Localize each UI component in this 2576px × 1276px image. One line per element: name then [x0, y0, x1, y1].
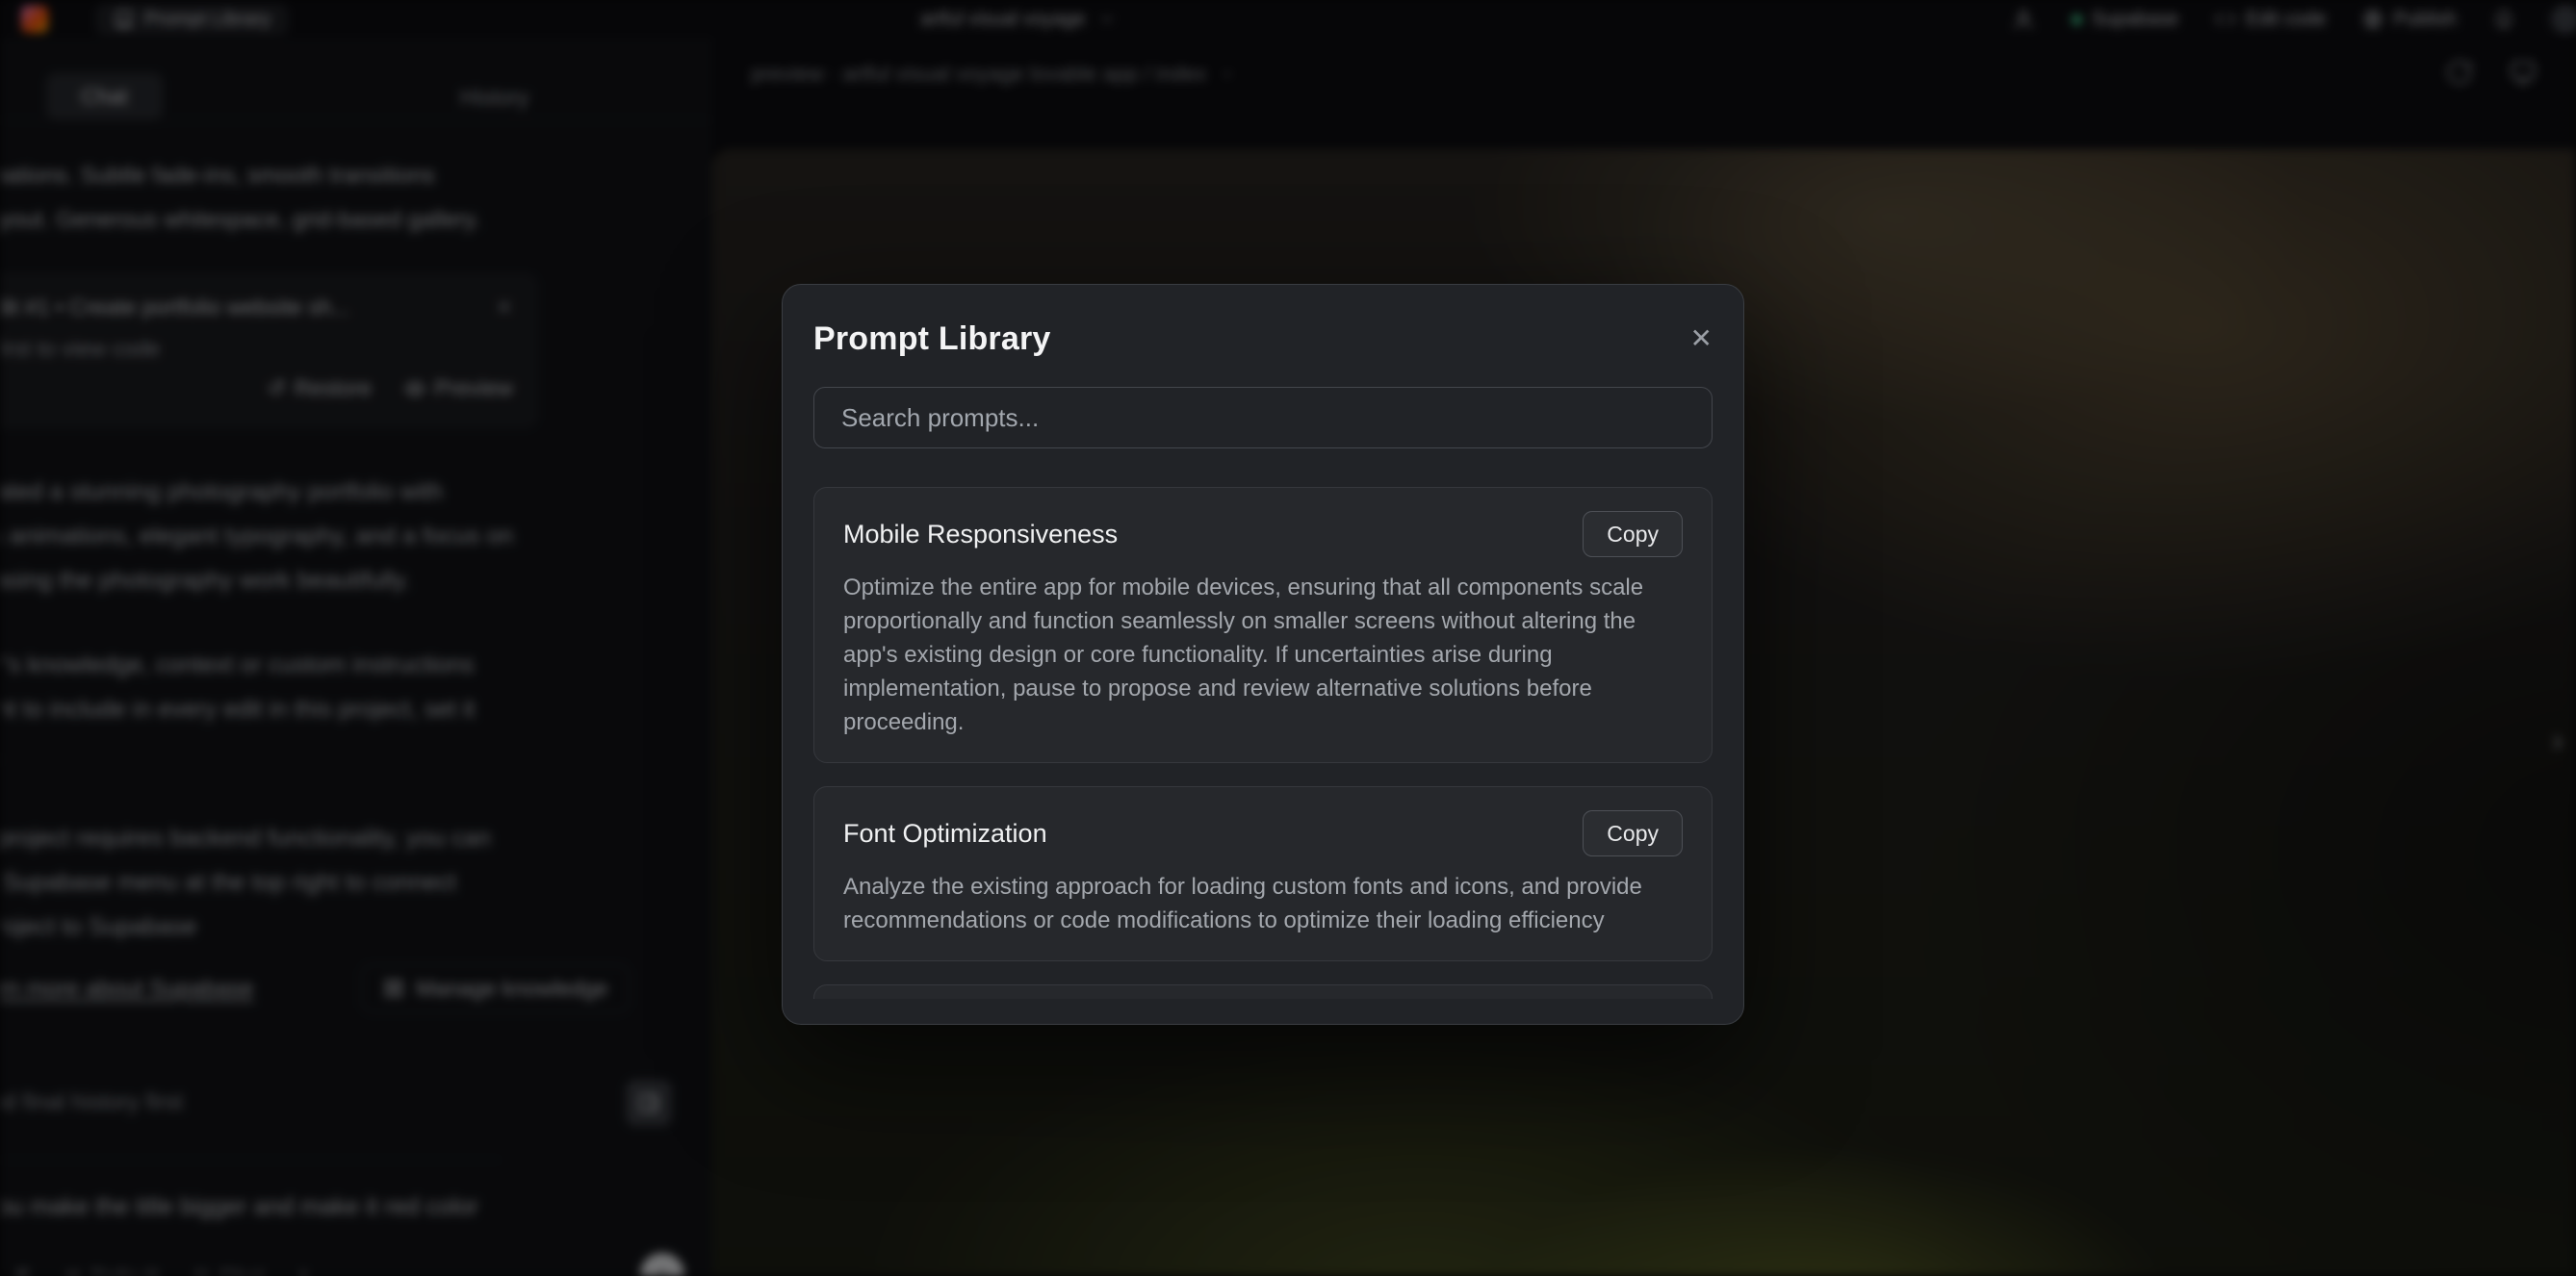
copy-button[interactable]: Copy	[1583, 810, 1683, 856]
close-icon[interactable]: ✕	[1690, 325, 1713, 352]
prompt-title: Font Optimization	[843, 819, 1047, 849]
copy-button[interactable]: Copy	[1583, 511, 1683, 557]
prompt-description: Optimize the entire app for mobile devic…	[843, 571, 1683, 739]
search-input[interactable]	[813, 387, 1713, 448]
app-screen: Prompt Library artful visual voyage Supa…	[0, 0, 2576, 1276]
prompt-card-font-optimization: Font Optimization Copy Analyze the exist…	[813, 786, 1713, 961]
prompt-library-modal: Prompt Library ✕ Mobile Responsiveness C…	[782, 284, 1744, 1025]
prompt-title: Mobile Responsiveness	[843, 520, 1118, 549]
prompt-card-mobile-responsiveness: Mobile Responsiveness Copy Optimize the …	[813, 487, 1713, 763]
prompt-card-partially-visible	[813, 984, 1713, 999]
prompt-list: Mobile Responsiveness Copy Optimize the …	[813, 487, 1713, 999]
prompt-description: Analyze the existing approach for loadin…	[843, 870, 1683, 937]
modal-title: Prompt Library	[813, 320, 1051, 358]
